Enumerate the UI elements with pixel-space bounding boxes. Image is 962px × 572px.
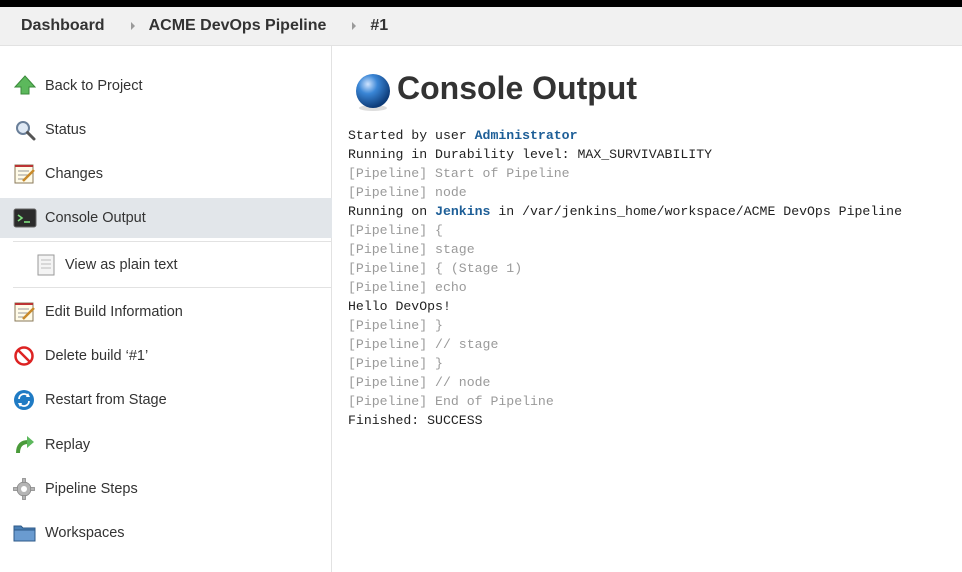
sidebar-item-back-to-project[interactable]: Back to Project <box>0 66 332 106</box>
console-line: [Pipeline] { <box>348 223 443 238</box>
up-arrow-icon <box>13 75 37 97</box>
notepad-icon <box>13 163 37 185</box>
console-line: [Pipeline] echo <box>348 280 467 295</box>
no-entry-icon <box>13 345 37 367</box>
sidebar-item-pipeline-steps[interactable]: Pipeline Steps <box>0 469 332 509</box>
sidebar-item-label: Delete build ‘#1’ <box>45 348 149 364</box>
main-content: Console Output Started by user Administr… <box>333 46 962 572</box>
console-line: [Pipeline] End of Pipeline <box>348 394 554 409</box>
console-line: [Pipeline] stage <box>348 242 475 257</box>
sidebar-item-label: Back to Project <box>45 78 143 94</box>
sidebar-divider <box>13 287 332 288</box>
breadcrumb: Dashboard ACME DevOps Pipeline #1 <box>0 7 962 46</box>
notepad-icon <box>13 301 37 323</box>
console-line: Running in Durability level: MAX_SURVIVA… <box>348 147 713 162</box>
gear-icon <box>13 478 37 500</box>
chevron-right-icon <box>352 22 357 30</box>
sidebar-item-workspaces[interactable]: Workspaces <box>0 513 332 553</box>
console-text: Running on <box>348 204 436 219</box>
sidebar-item-label: Edit Build Information <box>45 304 183 320</box>
console-line: [Pipeline] // stage <box>348 337 499 352</box>
magnifier-icon <box>13 119 37 141</box>
sidebar-item-view-plain-text[interactable]: View as plain text <box>0 245 332 285</box>
chevron-right-icon <box>130 22 135 30</box>
sidebar-item-label: Changes <box>45 166 104 182</box>
breadcrumb-build[interactable]: #1 <box>370 17 388 35</box>
sidebar-item-label: Pipeline Steps <box>45 481 138 497</box>
user-link[interactable]: Administrator <box>475 128 578 143</box>
sidebar-item-changes[interactable]: Changes <box>0 154 332 194</box>
console-text: Started by user <box>348 128 475 143</box>
console-line: [Pipeline] { (Stage 1) <box>348 261 523 276</box>
refresh-icon <box>13 389 37 411</box>
sidebar-item-label: Replay <box>45 437 91 453</box>
blue-ball-icon <box>353 72 393 112</box>
sidebar-item-restart-from-stage[interactable]: Restart from Stage <box>0 380 332 420</box>
sidebar-item-replay[interactable]: Replay <box>0 425 332 465</box>
page-title: Console Output <box>397 70 637 106</box>
folder-icon <box>13 522 37 544</box>
node-link[interactable]: Jenkins <box>435 204 490 219</box>
console-line: [Pipeline] Start of Pipeline <box>348 166 570 181</box>
sidebar-item-delete-build[interactable]: Delete build ‘#1’ <box>0 336 332 376</box>
sidebar-item-label: Console Output <box>45 210 146 226</box>
console-line: Finished: SUCCESS <box>348 413 483 428</box>
top-bar <box>0 0 962 7</box>
terminal-icon <box>13 207 37 229</box>
console-line: [Pipeline] node <box>348 185 467 200</box>
console-line: [Pipeline] // node <box>348 375 491 390</box>
console-line: Started by user Administrator <box>348 126 902 145</box>
sidebar-item-status[interactable]: Status <box>0 110 332 150</box>
console-line: [Pipeline] } <box>348 318 443 333</box>
sidebar-item-label: Workspaces <box>45 525 125 541</box>
console-text: in /var/jenkins_home/workspace/ACME DevO… <box>490 204 902 219</box>
sidebar-item-label: View as plain text <box>65 257 178 273</box>
console-line: Hello DevOps! <box>348 299 451 314</box>
sidebar-item-label: Status <box>45 122 87 138</box>
sidebar-item-label: Restart from Stage <box>45 392 167 408</box>
document-icon <box>35 254 59 276</box>
sidebar-divider <box>13 241 332 242</box>
sidebar-item-edit-build-information[interactable]: Edit Build Information <box>0 292 332 332</box>
replay-arrow-icon <box>13 434 37 456</box>
sidebar: Back to Project Status Changes Console O… <box>0 46 332 572</box>
console-line: Running on Jenkins in /var/jenkins_home/… <box>348 202 902 221</box>
breadcrumb-project[interactable]: ACME DevOps Pipeline <box>149 17 327 35</box>
console-log: Started by user Administrator Running in … <box>348 126 902 430</box>
breadcrumb-dashboard[interactable]: Dashboard <box>21 17 105 35</box>
console-line: [Pipeline] } <box>348 356 443 371</box>
sidebar-item-console-output[interactable]: Console Output <box>0 198 332 238</box>
